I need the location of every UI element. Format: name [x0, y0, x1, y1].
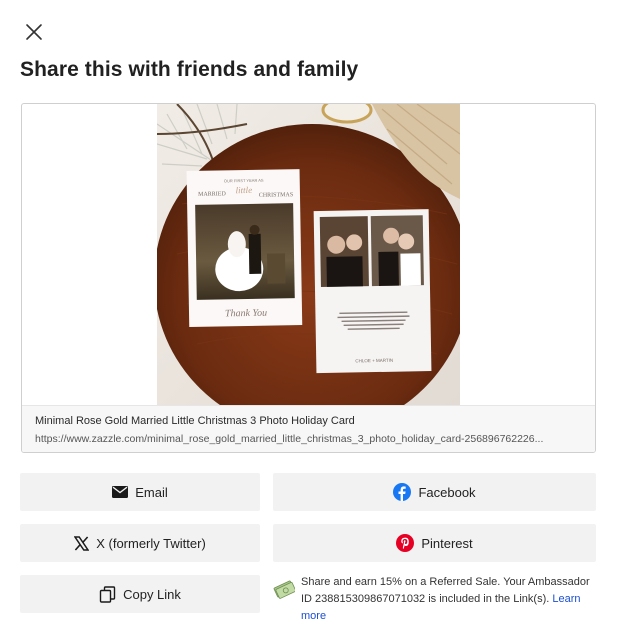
envelope-icon	[112, 486, 129, 498]
copy-link-label: Copy Link	[123, 586, 181, 602]
card-line-end: CHRISTMAS	[259, 192, 293, 199]
dialog-title: Share this with friends and family	[20, 58, 359, 81]
pinterest-button[interactable]: Pinterest	[273, 524, 596, 562]
close-icon	[26, 24, 42, 40]
ambassador-message: Share and earn 15% on a Referred Sale. Y…	[301, 576, 590, 605]
close-button[interactable]	[22, 20, 46, 44]
money-icon	[273, 580, 295, 599]
x-button[interactable]: X (formerly Twitter)	[20, 524, 260, 562]
x-icon	[74, 535, 90, 551]
card-thanks: Thank You	[225, 308, 267, 320]
share-preview: OUR FIRST YEAR AS MARRIED little CHRISTM…	[21, 103, 596, 453]
pinterest-icon	[396, 534, 415, 552]
copy-link-button[interactable]: Copy Link	[20, 575, 260, 613]
card-script: little	[236, 185, 253, 195]
facebook-icon	[393, 483, 412, 501]
product-name: Minimal Rose Gold Married Little Christm…	[35, 415, 355, 427]
product-url: https://www.zazzle.com/minimal_rose_gold…	[35, 433, 544, 445]
facebook-button[interactable]: Facebook	[273, 473, 596, 511]
product-photo: OUR FIRST YEAR AS MARRIED little CHRISTM…	[157, 104, 460, 405]
ambassador-text: Share and earn 15% on a Referred Sale. Y…	[301, 574, 601, 625]
pinterest-label: Pinterest	[421, 535, 473, 551]
email-label: Email	[135, 484, 168, 500]
card-line-top: OUR FIRST YEAR AS	[224, 178, 264, 184]
x-label: X (formerly Twitter)	[96, 535, 206, 551]
card-line-mid: MARRIED	[198, 191, 226, 197]
card-names: CHLOE + MARTIN	[355, 358, 393, 364]
copy-icon	[99, 585, 116, 603]
facebook-label: Facebook	[418, 484, 476, 500]
email-button[interactable]: Email	[20, 473, 260, 511]
preview-meta: Minimal Rose Gold Married Little Christm…	[22, 405, 595, 452]
